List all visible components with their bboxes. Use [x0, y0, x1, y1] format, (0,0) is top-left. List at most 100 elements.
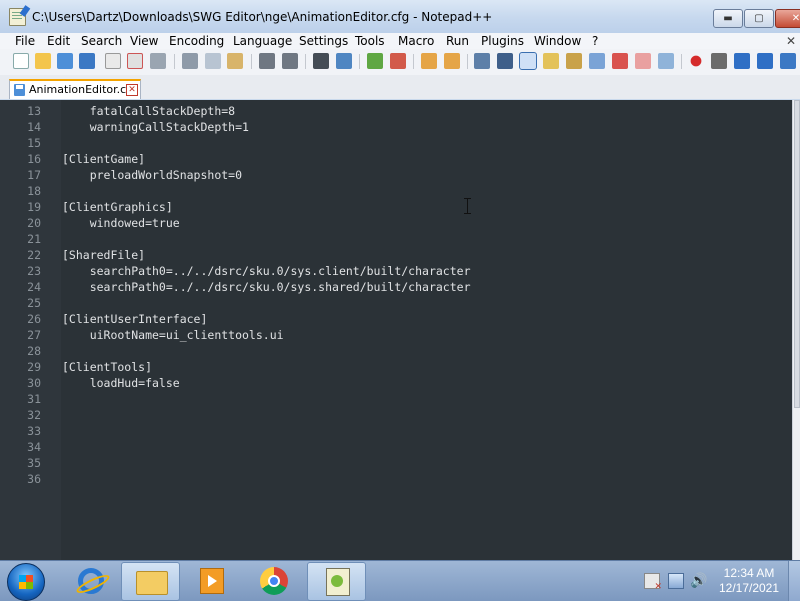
menu-plugins[interactable]: Plugins [481, 33, 524, 49]
view-icon[interactable] [658, 53, 674, 69]
play-macro-icon[interactable] [734, 53, 750, 69]
show-desktop-button[interactable] [788, 561, 800, 601]
close-icon[interactable] [105, 53, 121, 69]
notepad-plus-plus-icon[interactable] [9, 8, 26, 26]
line-number: 32 [27, 408, 41, 422]
sync-horizontal-icon[interactable] [444, 53, 460, 69]
notepad-plus-plus-icon [326, 568, 350, 596]
close-window-button[interactable]: ✕ [775, 9, 800, 28]
toolbar-separator [467, 54, 468, 69]
save-all-icon[interactable] [79, 53, 95, 69]
media-player-icon [200, 568, 224, 594]
menu-search[interactable]: Search [81, 33, 122, 49]
menu-edit[interactable]: Edit [47, 33, 70, 49]
tab-animationeditor-cfg[interactable]: AnimationEditor.cfg ✕ [9, 79, 141, 99]
code-line: 32 [0, 407, 790, 423]
toolbar-separator [359, 54, 360, 69]
save-macro-icon[interactable] [780, 53, 796, 69]
line-number: 31 [27, 392, 41, 406]
zoom-out-icon[interactable] [390, 53, 406, 69]
run-macro-multiple-icon[interactable] [757, 53, 773, 69]
redo-icon[interactable] [282, 53, 298, 69]
menu-settings[interactable]: Settings [299, 33, 348, 49]
find-icon[interactable] [313, 53, 329, 69]
monitoring-icon[interactable] [612, 53, 628, 69]
menu-tools[interactable]: Tools [355, 33, 385, 49]
replace-icon[interactable] [336, 53, 352, 69]
stop-record-icon[interactable] [711, 53, 727, 69]
record-macro-icon[interactable] [688, 53, 704, 69]
paste-icon[interactable] [227, 53, 243, 69]
code-line: 27 uiRootName=ui_clienttools.ui [0, 327, 790, 343]
scrollbar-thumb[interactable] [794, 100, 800, 408]
line-text: searchPath0=../../dsrc/sku.0/sys.client/… [62, 264, 471, 278]
code-editor[interactable]: 13 fatalCallStackDepth=8 14 warningCallS… [0, 100, 792, 560]
text-cursor-icon [464, 198, 472, 214]
fold-all-icon[interactable] [635, 53, 651, 69]
copy-icon[interactable] [205, 53, 221, 69]
menu-file[interactable]: File [15, 33, 35, 49]
line-number: 25 [27, 296, 41, 310]
start-button[interactable] [7, 563, 45, 601]
doc-map-icon[interactable] [543, 53, 559, 69]
clock-time: 12:34 AM [723, 566, 775, 580]
code-line: 35 [0, 455, 790, 471]
minimize-button[interactable]: ▬ [713, 9, 743, 28]
save-icon[interactable] [57, 53, 73, 69]
code-line: 22 [SharedFile] [0, 247, 790, 263]
line-text: searchPath0=../../dsrc/sku.0/sys.shared/… [62, 280, 471, 294]
code-line: 30 loadHud=false [0, 375, 790, 391]
toolbar-separator [305, 54, 306, 69]
print-icon[interactable] [150, 53, 166, 69]
taskbar-internet-explorer[interactable] [61, 562, 118, 599]
menu-window[interactable]: Window [534, 33, 581, 49]
menu-language[interactable]: Language [233, 33, 292, 49]
code-line: 26 [ClientUserInterface] [0, 311, 790, 327]
open-file-icon[interactable] [35, 53, 51, 69]
code-line: 28 [0, 343, 790, 359]
network-icon[interactable] [668, 573, 684, 589]
new-file-icon[interactable] [13, 53, 29, 69]
menu-encoding[interactable]: Encoding [169, 33, 224, 49]
menu-run[interactable]: Run [446, 33, 469, 49]
line-number: 29 [27, 360, 41, 374]
folder-as-workspace-icon[interactable] [589, 53, 605, 69]
line-text: [ClientGraphics] [62, 200, 173, 214]
line-number: 22 [27, 248, 41, 262]
internet-explorer-icon [78, 568, 104, 594]
window-title: C:\Users\Dartz\Downloads\SWG Editor\nge\… [32, 10, 493, 24]
indent-guide-icon[interactable] [519, 52, 537, 70]
vertical-scrollbar[interactable] [792, 100, 800, 560]
menu-view[interactable]: View [130, 33, 158, 49]
close-icon[interactable]: ✕ [126, 84, 138, 96]
taskbar-clock[interactable]: 12:34 AM 12/17/2021 [716, 566, 782, 596]
function-list-icon[interactable] [566, 53, 582, 69]
line-text: [ClientUserInterface] [62, 312, 208, 326]
line-number: 34 [27, 440, 41, 454]
taskbar-notepad-plus-plus[interactable] [307, 562, 366, 601]
word-wrap-icon[interactable] [474, 53, 490, 69]
code-line: 17 preloadWorldSnapshot=0 [0, 167, 790, 183]
sync-vertical-icon[interactable] [421, 53, 437, 69]
volume-icon[interactable]: 🔊 [690, 573, 707, 589]
line-number: 20 [27, 216, 41, 230]
menu-help[interactable]: ? [592, 33, 598, 49]
show-all-characters-icon[interactable] [497, 53, 513, 69]
code-line: 14 warningCallStackDepth=1 [0, 119, 790, 135]
action-center-flag-icon[interactable] [644, 573, 662, 592]
taskbar-chrome[interactable] [244, 562, 301, 599]
zoom-in-icon[interactable] [367, 53, 383, 69]
code-line: 34 [0, 439, 790, 455]
close-document-button[interactable]: ✕ [786, 33, 796, 49]
line-number: 14 [27, 120, 41, 134]
code-line: 23 searchPath0=../../dsrc/sku.0/sys.clie… [0, 263, 790, 279]
cut-icon[interactable] [182, 53, 198, 69]
tab-bar: AnimationEditor.cfg ✕ [0, 75, 800, 99]
close-all-icon[interactable] [127, 53, 143, 69]
taskbar-media-player[interactable] [182, 562, 239, 599]
line-text: fatalCallStackDepth=8 [62, 104, 236, 118]
maximize-button[interactable]: ▢ [744, 9, 774, 28]
taskbar-file-explorer[interactable] [121, 562, 180, 601]
menu-macro[interactable]: Macro [398, 33, 434, 49]
undo-icon[interactable] [259, 53, 275, 69]
